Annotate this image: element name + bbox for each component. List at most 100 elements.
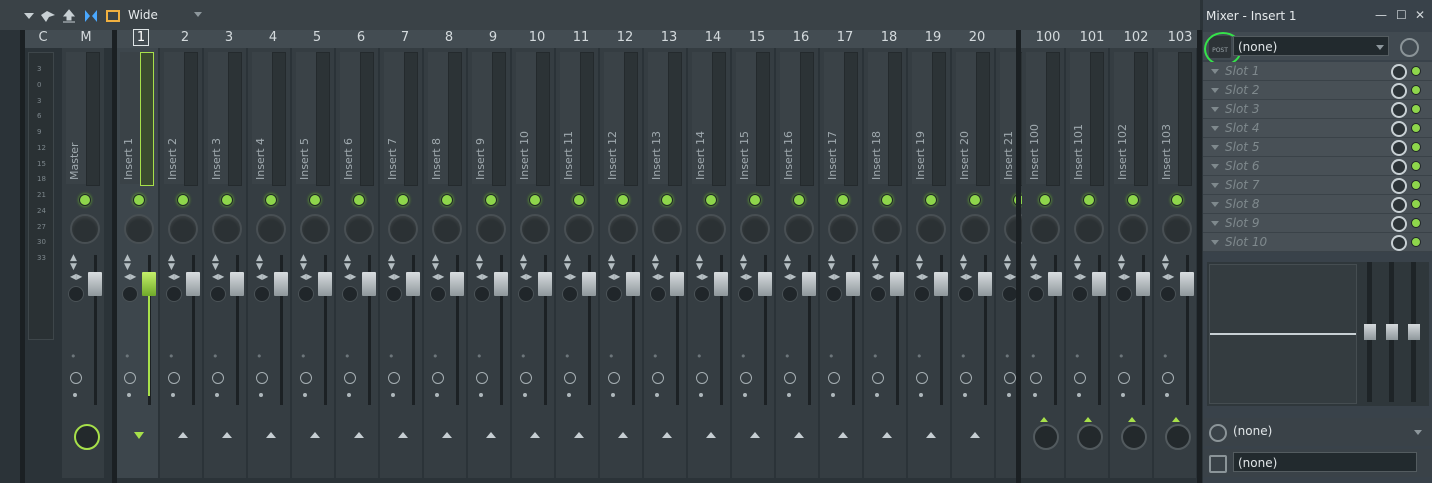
level-meter[interactable] — [272, 52, 286, 186]
eq-band-mid[interactable] — [1386, 262, 1398, 402]
pan-knob[interactable] — [344, 214, 374, 244]
fx-slot[interactable]: Slot 6 — [1203, 157, 1432, 176]
mute-led[interactable] — [661, 194, 673, 206]
volume-fader[interactable] — [88, 272, 102, 296]
header-insert[interactable]: 14 — [702, 30, 724, 48]
latency-clock-icon[interactable] — [432, 372, 444, 384]
stereo-knob[interactable] — [606, 286, 622, 302]
stereo-knob[interactable] — [782, 286, 798, 302]
latency-clock-icon[interactable] — [1074, 372, 1086, 384]
mute-led[interactable] — [573, 194, 585, 206]
latency-clock-icon[interactable] — [696, 372, 708, 384]
header-insert[interactable]: 1 — [130, 29, 152, 48]
slot-enable-led[interactable] — [1411, 123, 1421, 133]
route-arrow-icon[interactable] — [1128, 417, 1136, 422]
chevron-down-icon[interactable] — [1211, 69, 1219, 74]
swap-arrows-icon[interactable]: ▲ ▼ ◀▶ — [916, 254, 928, 282]
mix-knob[interactable] — [1391, 140, 1407, 156]
mute-led[interactable] — [793, 194, 805, 206]
record-lamp-icon[interactable]: • — [300, 350, 310, 364]
volume-fader[interactable] — [142, 272, 156, 296]
master-route-knob[interactable] — [74, 424, 100, 450]
mute-led[interactable] — [1039, 194, 1051, 206]
route-up-icon[interactable] — [310, 432, 320, 438]
link-dot[interactable] — [1165, 393, 1169, 397]
level-meter[interactable] — [800, 52, 814, 186]
link-dot[interactable] — [479, 393, 483, 397]
mute-led[interactable] — [969, 194, 981, 206]
stereo-knob[interactable] — [210, 286, 226, 302]
mix-knob[interactable] — [1391, 102, 1407, 118]
swap-arrows-icon[interactable]: ▲ ▼ ◀▶ — [872, 254, 884, 282]
chevron-down-icon[interactable] — [1211, 221, 1219, 226]
swap-arrows-icon[interactable]: ▲ ▼ ◀▶ — [696, 254, 708, 282]
volume-fader[interactable] — [934, 272, 948, 296]
latency-clock-icon[interactable] — [520, 372, 532, 384]
track-name[interactable]: Insert 1 — [122, 138, 135, 180]
latency-clock-icon[interactable] — [344, 372, 356, 384]
route-down-icon[interactable] — [134, 432, 144, 439]
stereo-knob[interactable] — [870, 286, 886, 302]
route-up-icon[interactable] — [442, 432, 452, 438]
slot-enable-led[interactable] — [1411, 218, 1421, 228]
mix-knob[interactable] — [1391, 235, 1407, 251]
mute-led[interactable] — [309, 194, 321, 206]
latency-clock-icon[interactable] — [872, 372, 884, 384]
mute-led[interactable] — [705, 194, 717, 206]
link-dot[interactable] — [171, 393, 175, 397]
level-meter[interactable] — [448, 52, 462, 186]
track-name[interactable]: Insert 11 — [562, 131, 575, 180]
link-dot[interactable] — [875, 393, 879, 397]
swap-arrows-icon[interactable]: ▲ ▼ ◀▶ — [784, 254, 796, 282]
level-meter[interactable] — [86, 52, 100, 186]
pan-knob[interactable] — [696, 214, 726, 244]
header-current[interactable]: C — [34, 30, 52, 48]
slot-enable-led[interactable] — [1411, 161, 1421, 171]
route-up-icon[interactable] — [222, 432, 232, 438]
level-meter[interactable] — [228, 52, 242, 186]
track-name[interactable]: Master — [68, 142, 81, 180]
pan-knob[interactable] — [740, 214, 770, 244]
header-insert[interactable]: 17 — [834, 30, 856, 48]
latency-clock-icon[interactable] — [476, 372, 488, 384]
route-up-icon[interactable] — [178, 432, 188, 438]
stereo-knob[interactable] — [474, 286, 490, 302]
level-meter[interactable] — [1090, 52, 1104, 186]
latency-clock-icon[interactable] — [124, 372, 136, 384]
link-dot[interactable] — [831, 393, 835, 397]
link-dot[interactable] — [1121, 393, 1125, 397]
stereo-knob[interactable] — [166, 286, 182, 302]
mute-led[interactable] — [353, 194, 365, 206]
level-meter[interactable] — [316, 52, 330, 186]
header-insert[interactable]: 4 — [262, 30, 284, 48]
eq-band-low[interactable] — [1364, 262, 1376, 402]
header-insert[interactable]: 8 — [438, 30, 460, 48]
record-lamp-icon[interactable]: • — [652, 350, 662, 364]
header-insert[interactable]: 101 — [1078, 30, 1106, 48]
link-dot[interactable] — [963, 393, 967, 397]
track-name[interactable]: Insert 17 — [826, 131, 839, 180]
header-insert[interactable]: 10 — [526, 30, 548, 48]
latency-clock-icon[interactable] — [1118, 372, 1130, 384]
swap-arrows-icon[interactable]: ▲ ▼ ◀▶ — [212, 254, 224, 282]
level-meter[interactable] — [976, 52, 990, 186]
route-up-icon[interactable] — [574, 432, 584, 438]
pan-knob[interactable] — [1162, 214, 1192, 244]
swap-arrows-icon[interactable]: ▲ ▼ ◀▶ — [608, 254, 620, 282]
volume-fader[interactable] — [186, 272, 200, 296]
level-meter[interactable] — [184, 52, 198, 186]
record-lamp-icon[interactable]: • — [124, 350, 134, 364]
mix-knob[interactable] — [1391, 197, 1407, 213]
record-lamp-icon[interactable]: • — [520, 350, 530, 364]
record-lamp-icon[interactable]: • — [1004, 350, 1014, 364]
mix-knob[interactable] — [1391, 83, 1407, 99]
header-insert[interactable]: 103 — [1166, 30, 1194, 48]
slot-enable-led[interactable] — [1411, 66, 1421, 76]
mute-led[interactable] — [1083, 194, 1095, 206]
record-lamp-icon[interactable]: • — [212, 350, 222, 364]
track-name[interactable]: Insert 6 — [342, 138, 355, 180]
pan-knob[interactable] — [1074, 214, 1104, 244]
track-name[interactable]: Insert 10 — [518, 131, 531, 180]
pan-knob[interactable] — [1118, 214, 1148, 244]
level-meter[interactable] — [580, 52, 594, 186]
